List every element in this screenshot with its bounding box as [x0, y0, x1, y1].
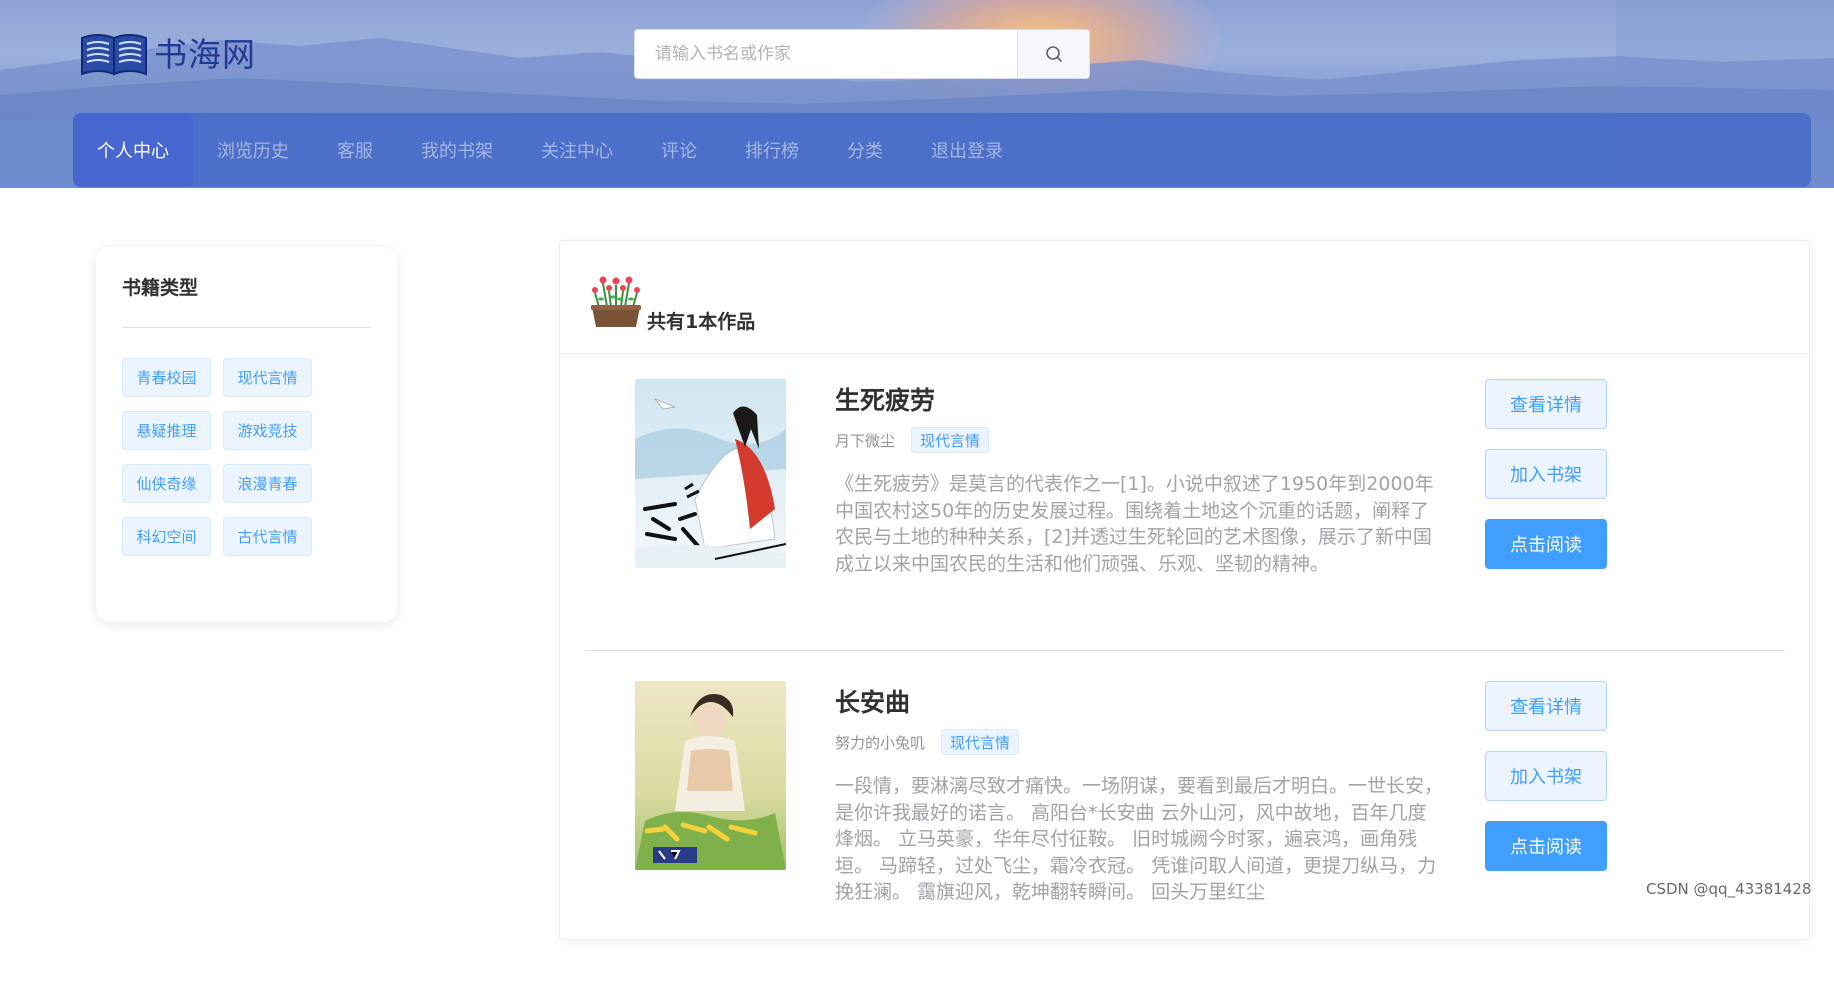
book-item: 长安曲 努力的小兔叽 现代言情 一段情，要淋漓尽致才痛快。一场阴谋，要看到最后才…	[560, 681, 1811, 981]
nav-item-comments[interactable]: 评论	[637, 113, 721, 187]
add-to-shelf-button[interactable]: 加入书架	[1485, 751, 1607, 801]
nav-item-ranking[interactable]: 排行榜	[721, 113, 823, 187]
book-type-tags: 青春校园 现代言情 悬疑推理 游戏竞技 仙侠奇缘 浪漫青春 科幻空间 古代言情	[122, 358, 371, 556]
nav-item-logout[interactable]: 退出登录	[907, 113, 1027, 187]
search-input[interactable]	[635, 30, 1017, 78]
book-genre-tag[interactable]: 现代言情	[941, 729, 1020, 755]
book-cover[interactable]	[635, 379, 786, 568]
potted-plant-icon	[591, 276, 641, 327]
book-description: 《生死疲劳》是莫言的代表作之一[1]。小说中叙述了1950年到2000年中国农村…	[835, 473, 1434, 575]
nav-item-following[interactable]: 关注中心	[517, 113, 637, 187]
tag-romantic-youth[interactable]: 浪漫青春	[223, 464, 312, 503]
book-cover-illustration	[635, 379, 786, 568]
add-to-shelf-button[interactable]: 加入书架	[1485, 449, 1607, 499]
book-type-panel: 书籍类型 青春校园 现代言情 悬疑推理 游戏竞技 仙侠奇缘 浪漫青春 科幻空间 …	[96, 247, 397, 622]
nav-item-personal-center[interactable]: 个人中心	[73, 113, 193, 187]
sidebar-divider	[122, 327, 371, 328]
csdn-watermark: CSDN @qq_43381428	[1646, 880, 1812, 898]
book-cover-illustration	[635, 681, 786, 870]
book-divider	[585, 650, 1785, 651]
nav-item-category[interactable]: 分类	[823, 113, 907, 187]
logo-text: 书海网	[154, 35, 256, 74]
tag-campus[interactable]: 青春校园	[122, 358, 211, 397]
view-details-button[interactable]: 查看详情	[1485, 379, 1607, 429]
book-description: 一段情，要淋漓尽致才痛快。一场阴谋，要看到最后才明白。一世长安，是你许我最好的诺…	[835, 775, 1444, 903]
read-button[interactable]: 点击阅读	[1485, 821, 1607, 871]
tag-ancient-romance[interactable]: 古代言情	[223, 517, 312, 556]
book-title[interactable]: 生死疲劳	[835, 381, 935, 417]
search-icon	[1045, 46, 1062, 62]
header-banner: 书海网 个人中心 浏览历史 客服 我的书架 关注中心 评论 排行榜 分类 退出登…	[0, 0, 1834, 188]
book-author[interactable]: 努力的小兔叽	[835, 732, 925, 753]
works-panel: 共有1本作品 生死疲劳 月下微尘 现代言情 《生死疲劳》是莫言的代表作之一[1]…	[559, 240, 1810, 940]
tag-xianxia[interactable]: 仙侠奇缘	[122, 464, 211, 503]
book-meta: 月下微尘 现代言情	[835, 427, 990, 453]
book-title[interactable]: 长安曲	[835, 683, 910, 719]
search-button[interactable]	[1017, 30, 1089, 78]
nav-item-customer-service[interactable]: 客服	[313, 113, 397, 187]
tag-mystery[interactable]: 悬疑推理	[122, 411, 211, 450]
nav-item-history[interactable]: 浏览历史	[193, 113, 313, 187]
tag-modern-romance[interactable]: 现代言情	[223, 358, 312, 397]
view-details-button[interactable]: 查看详情	[1485, 681, 1607, 731]
tag-scifi[interactable]: 科幻空间	[122, 517, 211, 556]
nav-item-my-bookshelf[interactable]: 我的书架	[397, 113, 517, 187]
read-button[interactable]: 点击阅读	[1485, 519, 1607, 569]
site-logo[interactable]: 书海网	[78, 26, 268, 78]
tag-gaming[interactable]: 游戏竞技	[223, 411, 312, 450]
book-cover[interactable]	[635, 681, 786, 870]
book-author[interactable]: 月下微尘	[835, 430, 895, 451]
works-header: 共有1本作品	[560, 241, 1809, 354]
book-meta: 努力的小兔叽 现代言情	[835, 729, 1020, 755]
works-count: 共有1本作品	[647, 311, 756, 333]
search-bar	[634, 29, 1090, 79]
book-genre-tag[interactable]: 现代言情	[911, 427, 990, 453]
book-item: 生死疲劳 月下微尘 现代言情 《生死疲劳》是莫言的代表作之一[1]。小说中叙述了…	[560, 379, 1811, 679]
main-nav: 个人中心 浏览历史 客服 我的书架 关注中心 评论 排行榜 分类 退出登录	[73, 113, 1811, 187]
book-logo-icon	[81, 34, 147, 76]
sidebar-title: 书籍类型	[122, 277, 199, 299]
